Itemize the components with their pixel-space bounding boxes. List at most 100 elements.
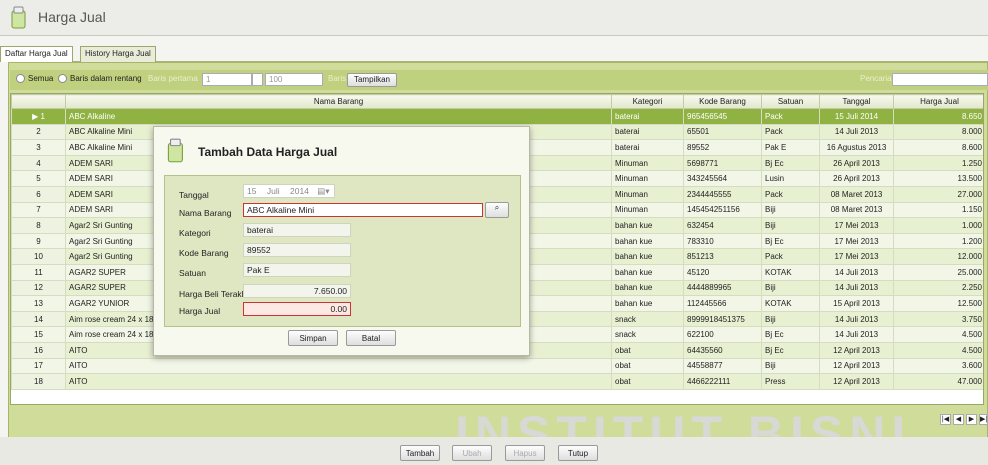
cell-satuan: Pack <box>761 123 820 141</box>
radio-all-label: Semua <box>28 74 54 83</box>
save-button[interactable]: Simpan <box>288 330 338 346</box>
date-picker[interactable]: 15 Juli 2014 ▤▾ <box>243 184 335 198</box>
cell-tanggal: 16 Agustus 2013 <box>819 139 894 156</box>
cell-tanggal: 26 April 2013 <box>819 154 894 172</box>
cell-kategori: obat <box>611 357 684 375</box>
first-page-icon[interactable]: |◀ <box>940 414 951 425</box>
cell-harga-jual: 1.000 <box>893 217 983 234</box>
col-header-harga[interactable]: Harga Jual <box>893 94 983 109</box>
stepper-icon[interactable] <box>252 73 263 86</box>
dialog-form: Tanggal 15 Juli 2014 ▤▾ Nama Barang ABC … <box>164 175 521 327</box>
kategori-field: baterai <box>243 223 351 237</box>
cell-kode-barang: 5698771 <box>683 154 762 172</box>
tab-history-harga-jual[interactable]: History Harga Jual <box>80 46 156 62</box>
row-index: 2 <box>11 123 66 141</box>
cell-nama-barang: AITO <box>65 357 612 375</box>
last-page-icon[interactable]: ▶| <box>979 414 988 425</box>
add-button[interactable]: Tambah <box>400 445 440 461</box>
harga-jual-input[interactable]: 0.00 <box>243 302 351 316</box>
cell-satuan: Biji <box>761 217 820 234</box>
cell-kode-barang: 65501 <box>683 123 762 141</box>
cell-satuan: Pak E <box>761 139 820 156</box>
cell-harga-jual: 2.250 <box>893 279 983 297</box>
cell-kode-barang: 2344445555 <box>683 185 762 203</box>
search-label: Pencarian <box>860 74 897 83</box>
cell-satuan: Bj Ec <box>761 232 820 250</box>
cell-tanggal: 17 Mei 2013 <box>819 232 894 250</box>
kode-barang-field: 89552 <box>243 243 351 257</box>
col-header-satuan[interactable]: Satuan <box>761 94 820 109</box>
row-index: 17 <box>11 357 66 375</box>
row-index: 6 <box>11 185 66 203</box>
cell-satuan: Pack <box>761 248 820 265</box>
col-header-nama[interactable]: Nama Barang <box>65 94 612 109</box>
cell-tanggal: 14 Juli 2013 <box>819 326 894 343</box>
show-button[interactable]: Tampilkan <box>347 73 397 87</box>
cell-kategori: bahan kue <box>611 232 684 250</box>
cell-kategori: baterai <box>611 139 684 156</box>
cell-kode-barang: 965456545 <box>683 108 762 125</box>
row-index: 18 <box>11 373 66 390</box>
cell-tanggal: 14 Juli 2013 <box>819 123 894 141</box>
cell-tanggal: 17 Mei 2013 <box>819 248 894 265</box>
close-button[interactable]: Tutup <box>558 445 598 461</box>
cell-kode-barang: 4444889965 <box>683 279 762 297</box>
price-tag-icon <box>167 138 183 163</box>
next-page-icon[interactable]: ▶ <box>966 414 977 425</box>
bottom-bar: Tambah Ubah Hapus Tutup <box>0 437 988 465</box>
edit-button[interactable]: Ubah <box>452 445 492 461</box>
cell-kode-barang: 8999918451375 <box>683 310 762 328</box>
search-item-icon[interactable]: ⌕ <box>485 202 509 218</box>
radio-all[interactable] <box>16 74 25 83</box>
prev-page-icon[interactable]: ◀ <box>953 414 964 425</box>
cell-harga-jual: 12.000 <box>893 248 983 265</box>
cell-satuan: KOTAK <box>761 295 820 312</box>
table-row[interactable]: ▶ 1 ABC Alkaline baterai 965456545 Pack 15 Ju… <box>11 108 983 125</box>
table-row[interactable]: 17 AITO obat 44558877 Biji 12 April 2013 3.600 <box>11 357 983 375</box>
radio-range-label: Baris dalam rentang <box>70 74 142 83</box>
row-index: 11 <box>11 263 66 281</box>
harga-beli-field: 7.650.00 <box>243 284 351 298</box>
cell-harga-jual: 8.600 <box>893 139 983 156</box>
col-header-tanggal[interactable]: Tanggal <box>819 94 894 109</box>
cell-kategori: baterai <box>611 123 684 141</box>
harga-beli-label: Harga Beli Terakhir <box>179 289 252 299</box>
tab-daftar-harga-jual[interactable]: Daftar Harga Jual <box>0 46 73 62</box>
search-input[interactable] <box>892 73 988 86</box>
col-header-kode[interactable]: Kode Barang <box>683 94 762 109</box>
cell-kategori: Minuman <box>611 170 684 187</box>
row-index: 3 <box>11 139 66 156</box>
cancel-button[interactable]: Batal <box>346 330 396 346</box>
cell-kategori: Minuman <box>611 185 684 203</box>
cell-satuan: Pack <box>761 108 820 125</box>
cell-kode-barang: 632454 <box>683 217 762 234</box>
cell-kategori: bahan kue <box>611 279 684 297</box>
kode-label: Kode Barang <box>179 248 229 258</box>
cell-harga-jual: 25.000 <box>893 263 983 281</box>
cell-tanggal: 12 April 2013 <box>819 341 894 359</box>
cell-tanggal: 26 April 2013 <box>819 170 894 187</box>
col-header-kategori[interactable]: Kategori <box>611 94 684 109</box>
first-row-input[interactable]: 1 <box>202 73 252 86</box>
cell-kategori: Minuman <box>611 201 684 219</box>
cell-kategori: obat <box>611 341 684 359</box>
satuan-label: Satuan <box>179 268 206 278</box>
count-input[interactable]: 100 <box>265 73 323 86</box>
nama-barang-field[interactable]: ABC Alkaline Mini <box>243 203 483 217</box>
cell-satuan: Press <box>761 373 820 390</box>
cell-harga-jual: 3.750 <box>893 310 983 328</box>
cell-kode-barang: 622100 <box>683 326 762 343</box>
cell-tanggal: 12 April 2013 <box>819 357 894 375</box>
cell-kategori: snack <box>611 310 684 328</box>
table-row[interactable]: 18 AITO obat 4466222111 Press 12 April 2013 47… <box>11 373 983 390</box>
row-index: 9 <box>11 232 66 250</box>
delete-button[interactable]: Hapus <box>505 445 545 461</box>
row-index: 12 <box>11 279 66 297</box>
add-price-dialog: Tambah Data Harga Jual Tanggal 15 Juli 2… <box>153 126 530 356</box>
radio-range[interactable] <box>58 74 67 83</box>
calendar-icon[interactable]: ▤▾ <box>317 186 329 196</box>
cell-satuan: Biji <box>761 310 820 328</box>
cell-harga-jual: 3.600 <box>893 357 983 375</box>
satuan-field: Pak E <box>243 263 351 277</box>
window-title: Harga Jual <box>38 9 106 25</box>
